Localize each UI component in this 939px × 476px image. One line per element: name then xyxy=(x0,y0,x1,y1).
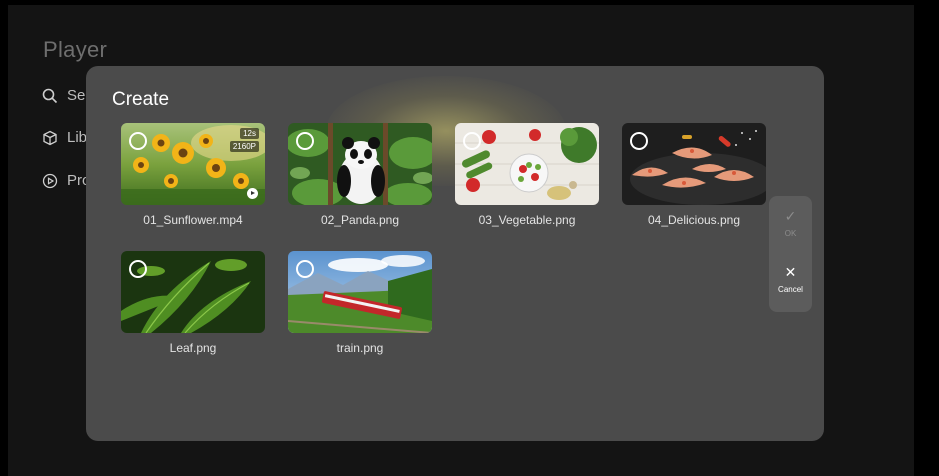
play-circle-icon xyxy=(42,173,58,188)
media-card[interactable]: train.png xyxy=(288,251,432,355)
media-card[interactable]: 04_Delicious.png xyxy=(622,123,766,227)
play-icon xyxy=(247,188,258,199)
check-icon: ✓ xyxy=(784,208,797,224)
resolution-badge: 2160P xyxy=(229,141,259,152)
media-card[interactable]: 12s 2160P 01_Sunflower.mp4 xyxy=(121,123,265,227)
media-card[interactable]: Leaf.png xyxy=(121,251,265,355)
file-name: 01_Sunflower.mp4 xyxy=(143,213,243,227)
select-radio[interactable] xyxy=(630,132,648,150)
thumbnail[interactable] xyxy=(455,123,599,205)
media-card[interactable]: 02_Panda.png xyxy=(288,123,432,227)
sidebar-item-label: Lib xyxy=(67,129,88,146)
file-name: train.png xyxy=(336,341,384,355)
thumbnail[interactable] xyxy=(288,251,432,333)
duration-badge: 12s xyxy=(240,128,259,139)
ok-button[interactable]: ✓ OK xyxy=(769,208,812,238)
file-name: 02_Panda.png xyxy=(320,213,400,227)
cube-icon xyxy=(43,130,57,145)
app-title: Player xyxy=(43,37,108,62)
file-name: 03_Vegetable.png xyxy=(478,213,576,227)
sidebar-item-library[interactable]: Lib xyxy=(42,129,87,146)
thumbnail[interactable]: 12s 2160P xyxy=(121,123,265,205)
select-radio[interactable] xyxy=(129,132,147,150)
screen: Player Sea Lib Pro Create 12s 2160P 01_S… xyxy=(0,0,939,476)
file-name: Leaf.png xyxy=(169,341,217,355)
dialog-title: Create xyxy=(112,89,170,110)
select-radio[interactable] xyxy=(296,260,314,278)
thumbnail[interactable] xyxy=(288,123,432,205)
file-name: 04_Delicious.png xyxy=(647,213,741,227)
search-icon xyxy=(42,88,58,103)
media-card[interactable]: 03_Vegetable.png xyxy=(455,123,599,227)
create-dialog: Create 12s 2160P 01_Sunflower.mp4 02_Pan… xyxy=(86,66,824,441)
ok-label: OK xyxy=(784,229,797,238)
dialog-actions: ✓ OK ✕ Cancel xyxy=(769,196,812,312)
sidebar-item-projects[interactable]: Pro xyxy=(42,172,90,189)
close-icon: ✕ xyxy=(784,264,797,280)
select-radio[interactable] xyxy=(129,260,147,278)
select-radio[interactable] xyxy=(296,132,314,150)
thumbnail[interactable] xyxy=(622,123,766,205)
thumbnail[interactable] xyxy=(121,251,265,333)
cancel-button[interactable]: ✕ Cancel xyxy=(769,264,812,294)
cancel-label: Cancel xyxy=(778,285,803,294)
select-radio[interactable] xyxy=(463,132,481,150)
